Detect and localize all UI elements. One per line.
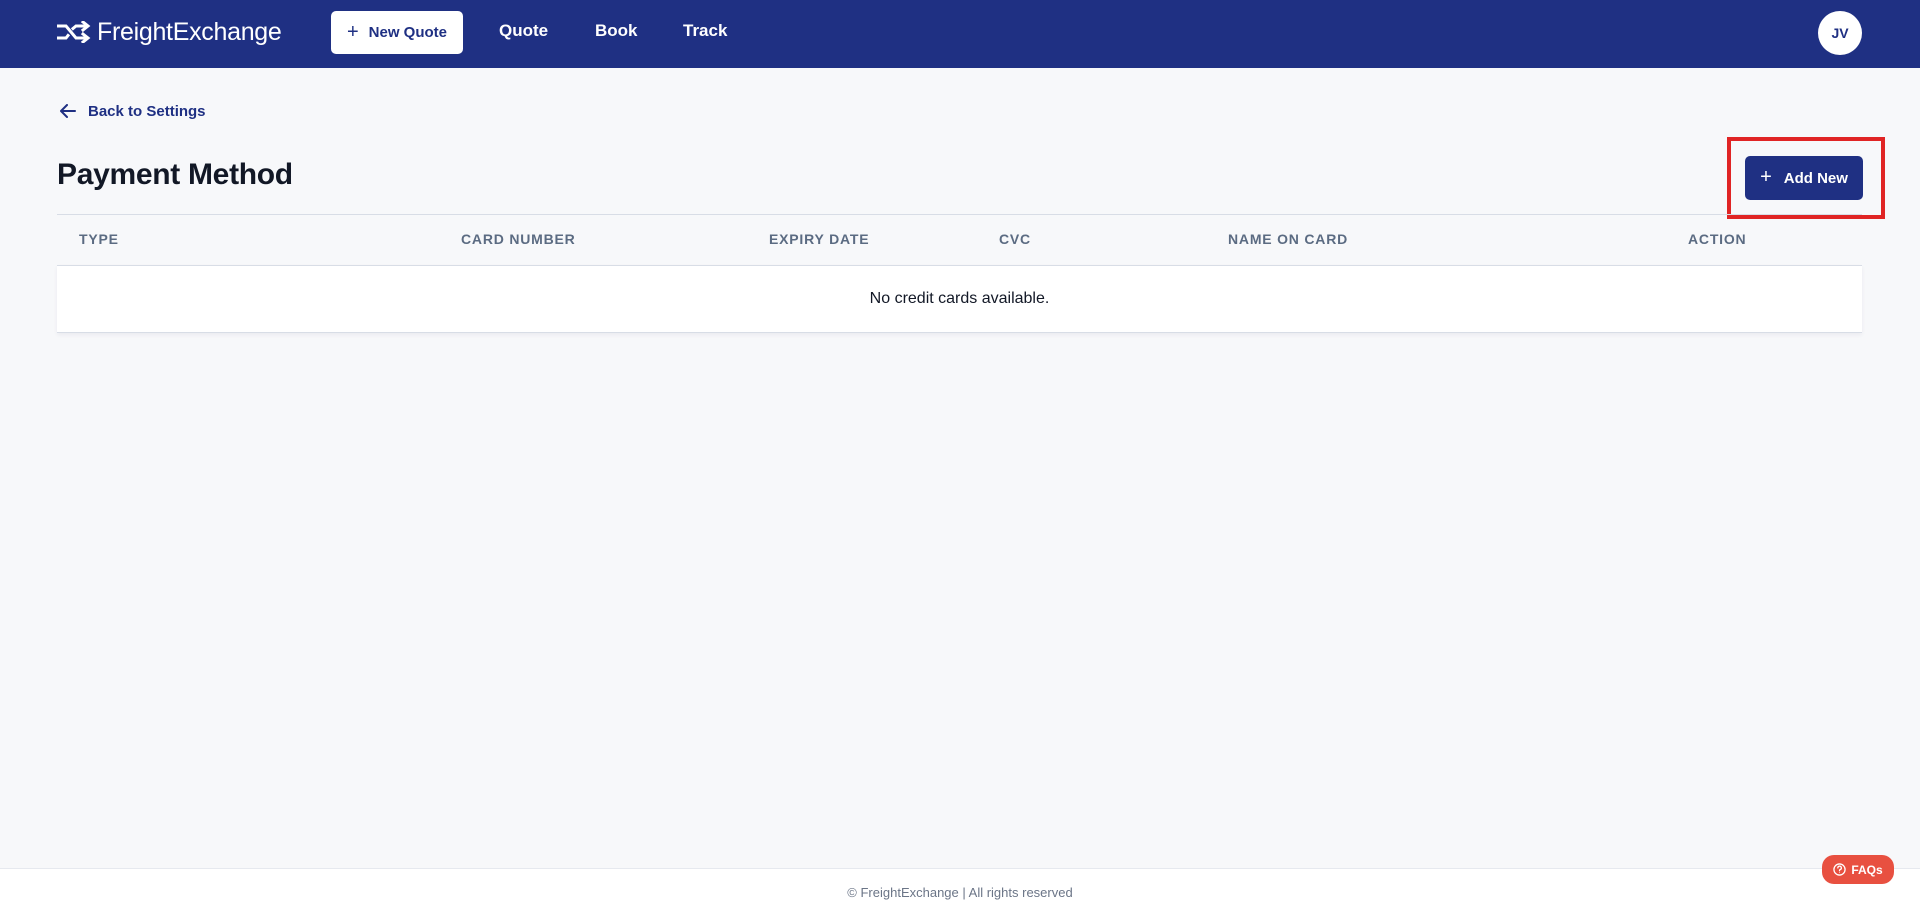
plus-icon: + [346, 20, 359, 43]
add-new-label: Add New [1783, 169, 1848, 187]
shuffle-arrows-icon [57, 21, 91, 43]
add-new-button[interactable]: + Add New [1745, 156, 1863, 200]
copyright-text: © FreightExchange | All rights reserved [847, 885, 1073, 900]
nav-track[interactable]: Track [683, 21, 727, 45]
nav-quote[interactable]: Quote [499, 21, 548, 45]
new-quote-label: New Quote [368, 24, 448, 41]
page-footer: © FreightExchange | All rights reserved [0, 868, 1920, 916]
table-header: TYPE CARD NUMBER EXPIRY DATE CVC NAME ON… [57, 215, 1862, 265]
brand-logo[interactable]: FreightExchange [57, 17, 282, 47]
arrow-left-icon [60, 104, 76, 118]
column-header-expiry-date: EXPIRY DATE [769, 231, 870, 247]
help-circle-icon [1833, 863, 1847, 876]
column-header-card-number: CARD NUMBER [461, 231, 576, 247]
back-to-settings-link[interactable]: Back to Settings [60, 101, 206, 121]
faq-button[interactable]: FAQs [1822, 855, 1894, 884]
column-header-cvc: CVC [999, 231, 1031, 247]
user-avatar[interactable]: JV [1818, 11, 1862, 55]
column-header-action: ACTION [1688, 231, 1747, 247]
back-link-label: Back to Settings [88, 102, 206, 120]
top-navigation-bar: FreightExchange + New Quote Quote Book T… [0, 0, 1920, 68]
brand-name: FreightExchange [97, 17, 282, 46]
column-header-name-on-card: NAME ON CARD [1228, 231, 1349, 247]
new-quote-button[interactable]: + New Quote [331, 11, 463, 54]
plus-icon: + [1760, 166, 1772, 188]
faq-label: FAQs [1851, 862, 1883, 877]
column-header-type: TYPE [79, 231, 119, 247]
nav-book[interactable]: Book [595, 21, 638, 45]
table-empty-row: No credit cards available. [57, 265, 1862, 333]
page-title: Payment Method [57, 158, 293, 191]
empty-state-message: No credit cards available. [869, 290, 1050, 307]
